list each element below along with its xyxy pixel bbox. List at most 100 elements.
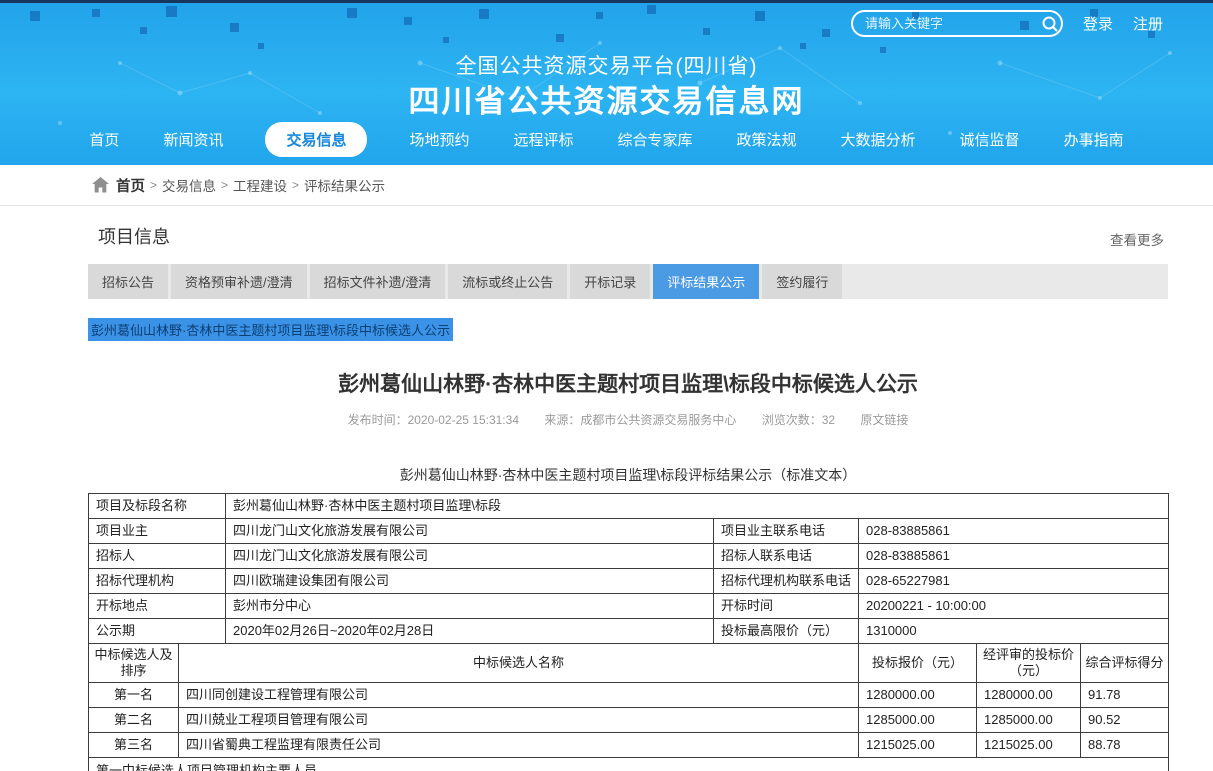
breadcrumb-item-trade-info[interactable]: 交易信息 [162,175,216,195]
tab-bid-document-supplement[interactable]: 招标文件补遗/澄清 [310,264,446,299]
nav-item-trade-info[interactable]: 交易信息 [265,122,367,157]
candidate-row: 第一名 四川同创建设工程管理有限公司 1280000.00 1280000.00… [89,683,1169,708]
login-link[interactable]: 登录 [1083,13,1113,34]
info-value-cell: 2020年02月26日~2020年02月28日 [226,619,714,644]
project-info-table: 项目及标段名称 彭州葛仙山林野·杏林中医主题村项目监理\标段 项目业主 四川龙门… [88,493,1169,644]
main-nav: 首页 新闻资讯 交易信息 场地预约 远程评标 综合专家库 政策法规 大数据分析 … [0,122,1213,157]
nav-item-policy-regulations[interactable]: 政策法规 [735,123,799,156]
rank-cell: 第三名 [89,733,179,758]
publish-time: 发布时间：2020-02-25 15:31:34 [348,413,519,427]
nav-item-big-data-analysis[interactable]: 大数据分析 [839,123,918,156]
main-content: 项目信息 查看更多 招标公告 资格预审补遗/澄清 招标文件补遗/澄清 流标或终止… [0,223,1213,771]
breadcrumb-separator: > [221,178,228,192]
table-footer-row: 第一中标候选人项目管理机构主要人员 [89,758,1169,771]
evaluated-price-cell: 1215025.00 [977,733,1081,758]
candidate-row: 第三名 四川省蜀典工程监理有限责任公司 1215025.00 1215025.0… [89,733,1169,758]
rank-cell: 第二名 [89,708,179,733]
tab-prequalification-supplement[interactable]: 资格预审补遗/澄清 [171,264,307,299]
info-value-cell: 1310000 [859,619,1169,644]
info-label-cell: 招标代理机构联系电话 [714,569,859,594]
nav-item-home[interactable]: 首页 [87,123,121,156]
candidates-table: 中标候选人及排序 中标候选人名称 投标报价（元） 经评审的投标价（元） 综合评标… [88,643,1169,771]
breadcrumb-item-home[interactable]: 首页 [116,175,145,196]
breadcrumb: 首页 > 交易信息 > 工程建设 > 评标结果公示 [0,165,1213,206]
tab-contract-performance[interactable]: 签约履行 [762,264,842,299]
footer-section-label: 第一中标候选人项目管理机构主要人员 [89,758,1169,771]
info-value-cell: 四川龙门山文化旅游发展有限公司 [226,544,714,569]
topbar: 登录 注册 [851,10,1163,37]
info-value-cell: 彭州葛仙山林野·杏林中医主题村项目监理\标段 [226,494,1169,519]
candidate-row: 第二名 四川兢业工程项目管理有限公司 1285000.00 1285000.00… [89,708,1169,733]
announcement-link-selected[interactable]: 彭州葛仙山林野·杏林中医主题村项目监理\标段中标候选人公示 [88,318,453,341]
info-value-cell: 四川欧瑞建设集团有限公司 [226,569,714,594]
score-cell: 90.52 [1081,708,1169,733]
col-header-rank: 中标候选人及排序 [89,644,179,683]
info-value-cell: 20200221 - 10:00:00 [859,594,1169,619]
company-cell: 四川同创建设工程管理有限公司 [179,683,859,708]
nav-item-service-guide[interactable]: 办事指南 [1062,123,1126,156]
score-cell: 88.78 [1081,733,1169,758]
col-header-bid-price: 投标报价（元） [859,644,977,683]
nav-item-integrity-supervision[interactable]: 诚信监督 [958,123,1022,156]
search-icon[interactable] [1041,15,1059,33]
original-text-link[interactable]: 原文链接 [860,413,908,427]
info-row: 招标人 四川龙门山文化旅游发展有限公司 招标人联系电话 028-83885861 [89,544,1169,569]
result-table-caption: 彭州葛仙山林野·杏林中医主题村项目监理\标段评标结果公示（标准文本） [88,465,1168,485]
col-header-evaluated-price: 经评审的投标价（元） [977,644,1081,683]
article-meta: 发布时间：2020-02-25 15:31:34 来源：成都市公共资源交易服务中… [88,411,1168,428]
info-label-cell: 招标人 [89,544,226,569]
bid-price-cell: 1285000.00 [859,708,977,733]
evaluated-price-cell: 1285000.00 [977,708,1081,733]
announcement-list: 彭州葛仙山林野·杏林中医主题村项目监理\标段中标候选人公示 [88,318,1168,341]
project-tabs: 招标公告 资格预审补遗/澄清 招标文件补遗/澄清 流标或终止公告 开标记录 评标… [88,264,1168,299]
info-value-cell: 四川龙门山文化旅游发展有限公司 [226,519,714,544]
breadcrumb-separator: > [150,178,157,192]
section-title: 项目信息 [98,223,170,249]
candidates-header-row: 中标候选人及排序 中标候选人名称 投标报价（元） 经评审的投标价（元） 综合评标… [89,644,1169,683]
info-label-cell: 招标人联系电话 [714,544,859,569]
rank-cell: 第一名 [89,683,179,708]
info-value-cell: 028-83885861 [859,519,1169,544]
view-count: 浏览次数：32 [762,413,835,427]
info-row: 项目业主 四川龙门山文化旅游发展有限公司 项目业主联系电话 028-838858… [89,519,1169,544]
site-title: 四川省公共资源交易信息网 [0,76,1213,121]
info-value-cell: 028-65227981 [859,569,1169,594]
col-header-candidate-name: 中标候选人名称 [179,644,859,683]
home-icon[interactable] [92,177,109,193]
info-row: 招标代理机构 四川欧瑞建设集团有限公司 招标代理机构联系电话 028-65227… [89,569,1169,594]
breadcrumb-item-engineering[interactable]: 工程建设 [233,175,287,195]
site-banner: 登录 注册 全国公共资源交易平台(四川省) 四川省公共资源交易信息网 首页 新闻… [0,3,1213,165]
info-label-cell: 公示期 [89,619,226,644]
info-value-cell: 028-83885861 [859,544,1169,569]
info-row: 公示期 2020年02月26日~2020年02月28日 投标最高限价（元） 13… [89,619,1169,644]
info-label-cell: 开标时间 [714,594,859,619]
section-header: 项目信息 查看更多 [88,223,1168,249]
tab-bid-announcement[interactable]: 招标公告 [88,264,168,299]
company-cell: 四川兢业工程项目管理有限公司 [179,708,859,733]
bid-price-cell: 1280000.00 [859,683,977,708]
info-label-cell: 开标地点 [89,594,226,619]
info-label-cell: 项目业主联系电话 [714,519,859,544]
col-header-score: 综合评标得分 [1081,644,1169,683]
register-link[interactable]: 注册 [1133,13,1163,34]
info-row: 开标地点 彭州市分中心 开标时间 20200221 - 10:00:00 [89,594,1169,619]
nav-item-expert-database[interactable]: 综合专家库 [616,123,695,156]
evaluated-price-cell: 1280000.00 [977,683,1081,708]
breadcrumb-item-evaluation-result[interactable]: 评标结果公示 [304,175,385,195]
info-label-cell: 投标最高限价（元） [714,619,859,644]
score-cell: 91.78 [1081,683,1169,708]
tab-opening-record[interactable]: 开标记录 [570,264,650,299]
view-more-link[interactable]: 查看更多 [1110,229,1164,249]
info-label-cell: 项目业主 [89,519,226,544]
company-cell: 四川省蜀典工程监理有限责任公司 [179,733,859,758]
search-input[interactable] [865,16,1041,31]
breadcrumb-separator: > [292,178,299,192]
tab-evaluation-result[interactable]: 评标结果公示 [653,264,759,299]
nav-item-remote-evaluation[interactable]: 远程评标 [511,123,575,156]
info-label-cell: 招标代理机构 [89,569,226,594]
bid-price-cell: 1215025.00 [859,733,977,758]
nav-item-news[interactable]: 新闻资讯 [161,123,225,156]
nav-item-venue-booking[interactable]: 场地预约 [407,123,471,156]
tab-failed-or-terminated[interactable]: 流标或终止公告 [448,264,567,299]
search-box[interactable] [851,10,1063,37]
